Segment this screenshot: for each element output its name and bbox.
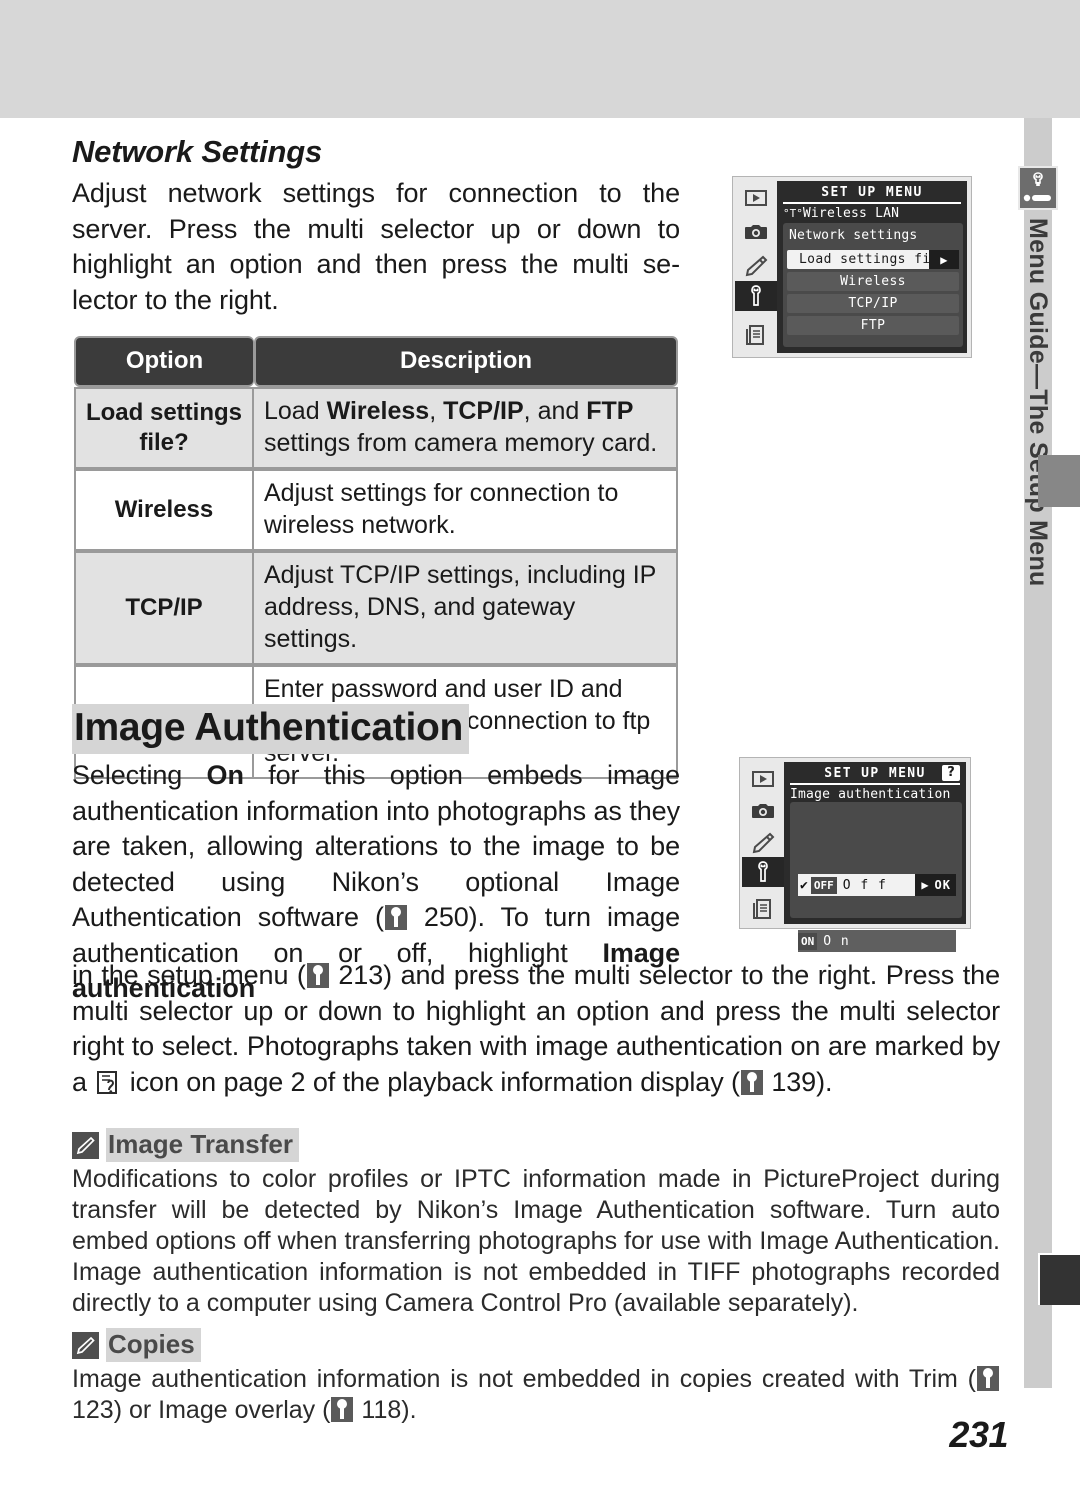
lcd-item-tcpip[interactable]: TCP/IP: [787, 294, 959, 313]
pencil-icon: [739, 251, 772, 281]
page-title: Image Authentication: [72, 704, 470, 754]
desc-part: settings from camera memory card.: [264, 429, 658, 457]
check-icon: ✔: [800, 877, 809, 893]
camera-icon: [746, 796, 779, 826]
image-auth-paragraph-2: in the setup menu ( 213) and press the m…: [72, 958, 1000, 1100]
page-reference-number: 250: [423, 902, 469, 932]
column-header-option: Option: [74, 336, 254, 387]
table-row: Load settings file? Load Wireless, TCP/I…: [74, 387, 678, 469]
desc-part: ,: [429, 397, 444, 425]
lcd-item-label: Load settings file: [798, 252, 948, 267]
lcd-panel-heading: Image authentication: [790, 787, 951, 802]
option-name: TCP/IP: [74, 551, 254, 665]
table-row: Wireless Adjust settings for connection …: [74, 469, 678, 551]
pencil-icon: [72, 1331, 99, 1359]
help-icon[interactable]: ?: [942, 765, 960, 781]
option-description: Adjust settings for connection to wirele…: [254, 469, 678, 551]
edge-marker-grey: [1038, 455, 1080, 507]
desc-part: , and: [523, 397, 587, 425]
page-reference-number: 118: [361, 1396, 402, 1424]
option-name: Wireless: [74, 469, 254, 551]
playback-icon: [739, 183, 772, 213]
lcd-screenshot-image-authentication: SET UP MENU ? Image authentication ✔ OFF…: [739, 757, 971, 952]
lcd-subtitle: °T°Wireless LAN: [777, 204, 967, 221]
page-reference-icon: [977, 1366, 999, 1391]
lcd-icon-strip: [740, 758, 784, 928]
pages-icon: [746, 894, 779, 924]
wrench-icon: [1018, 166, 1058, 210]
option-name: Load settings file?: [74, 387, 254, 469]
note-heading-copies: Copies: [72, 1328, 1000, 1362]
lcd-panel-auth: ✔ OFF O f f ▶ OK ON O n: [790, 802, 962, 952]
note-title: Copies: [106, 1328, 201, 1362]
authentication-mark-icon: [96, 1070, 120, 1095]
ok-button[interactable]: ▶ OK: [915, 874, 956, 896]
pencil-icon: [746, 828, 779, 858]
ok-label: OK: [934, 878, 951, 892]
option-description: Load Wireless, TCP/IP, and FTP settings …: [254, 387, 678, 469]
option-description: Adjust TCP/IP settings, including IP add…: [254, 551, 678, 665]
wrench-icon: [742, 857, 784, 887]
off-badge: OFF: [810, 876, 837, 894]
lcd-item-ftp[interactable]: FTP: [787, 316, 959, 335]
wrench-icon: [735, 281, 777, 311]
page-reference-icon: [331, 1397, 354, 1422]
lcd-menu-title: SET UP MENU: [824, 766, 926, 781]
para-part: Selecting: [72, 760, 207, 790]
lcd-panel-network: Network settings Load settings file ▶ Wi…: [783, 223, 963, 347]
lcd-option-off[interactable]: ✔ OFF O f f ▶ OK: [798, 874, 956, 896]
para-part: in the setup menu (: [72, 960, 306, 990]
note-title: Image Transfer: [106, 1128, 299, 1162]
lcd-screen-auth: SET UP MENU ? Image authentication ✔ OFF…: [784, 762, 966, 952]
desc-bold-wireless: Wireless: [326, 397, 430, 425]
note-part: ) or Image overlay (: [113, 1396, 331, 1424]
desc-bold-ftp: FTP: [586, 397, 634, 425]
chevron-right-icon: ▶: [921, 878, 930, 892]
chevron-right-icon[interactable]: ▶: [929, 250, 959, 269]
on-badge: ON: [798, 932, 818, 950]
column-header-description: Description: [254, 336, 678, 387]
wireless-lan-icon: °T°: [783, 207, 803, 220]
page-reference-number: 123: [72, 1396, 114, 1424]
pencil-icon: [72, 1131, 99, 1159]
page-reference-icon: [306, 963, 329, 988]
lcd-subtitle-text: Wireless LAN: [802, 206, 900, 221]
page-reference-number: 213: [338, 960, 384, 990]
lcd-menu-title: SET UP MENU: [821, 185, 923, 200]
edge-marker-dark: [1038, 1253, 1080, 1305]
lcd-item-load-settings-file[interactable]: Load settings file ▶: [787, 250, 959, 269]
lcd-screen-network: SET UP MENU °T°Wireless LAN Network sett…: [777, 181, 967, 353]
note-part: Image authentication information is not …: [72, 1365, 976, 1393]
note-heading-image-transfer: Image Transfer: [72, 1128, 1000, 1162]
page-number: 231: [949, 1414, 1008, 1455]
section-title: Network Settings: [72, 134, 323, 169]
bold-on: On: [206, 760, 244, 790]
lcd-screenshot-network-settings: SET UP MENU °T°Wireless LAN Network sett…: [732, 176, 972, 358]
section-intro: Adjust network settings for connection t…: [72, 178, 680, 315]
desc-part: Load: [264, 397, 327, 425]
para-part: ).: [816, 1066, 833, 1097]
page-reference-icon: [740, 1069, 763, 1095]
note-body-image-transfer: Modifications to color profiles or IPTC …: [72, 1165, 1000, 1317]
lcd-panel-heading: Network settings: [789, 228, 918, 243]
lcd-icon-strip: [733, 177, 777, 357]
table-header-row: Option Description: [74, 336, 678, 387]
page-reference-number: 139: [771, 1066, 817, 1097]
lcd-option-on[interactable]: ON O n: [798, 930, 956, 952]
desc-bold-tcpip: TCP/IP: [443, 397, 524, 425]
pages-icon: [739, 320, 772, 350]
camera-icon: [739, 217, 772, 247]
lcd-option-off-label: O f f: [842, 877, 887, 893]
lcd-item-wireless[interactable]: Wireless: [787, 272, 959, 291]
note-part: ).: [401, 1396, 417, 1424]
table-row: TCP/IP Adjust TCP/IP settings, including…: [74, 551, 678, 665]
page-reference-icon: [384, 905, 407, 930]
page-top-band: [0, 0, 1080, 118]
para-part: icon on page 2 of the playback informati…: [122, 1066, 740, 1097]
lcd-option-on-label: O n: [823, 933, 850, 949]
playback-icon: [746, 764, 779, 794]
note-body-copies: Image authentication information is not …: [72, 1364, 1000, 1426]
